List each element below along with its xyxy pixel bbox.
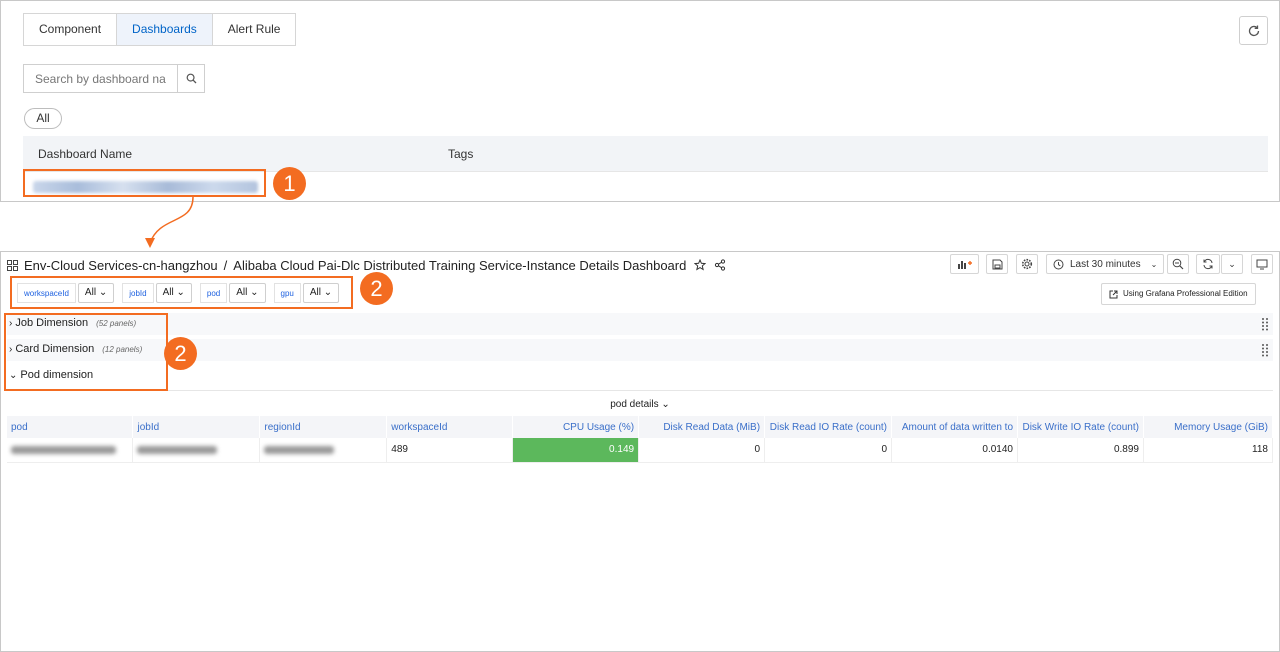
callout-badge-2-variables: 2 — [360, 272, 393, 305]
time-range-picker[interactable]: Last 30 minutes ⌄ — [1046, 254, 1164, 274]
external-link-icon — [1109, 290, 1118, 298]
zoom-out-button[interactable] — [1167, 254, 1189, 274]
row-card-dimension[interactable]: › Card Dimension (12 panels) — [7, 339, 1273, 361]
column-jobid[interactable]: jobId — [132, 416, 261, 438]
column-workspaceid[interactable]: workspaceId — [386, 416, 514, 438]
share-icon[interactable] — [714, 259, 726, 271]
dashboard-title[interactable]: Alibaba Cloud Pai-Dlc Distributed Traini… — [233, 258, 686, 273]
column-pod[interactable]: pod — [7, 416, 134, 438]
tab-dashboards[interactable]: Dashboards — [117, 13, 213, 46]
row-job-dimension[interactable]: › Job Dimension (52 panels) — [7, 313, 1273, 335]
chevron-down-icon: ⌄ — [1228, 258, 1236, 269]
apps-grid-icon[interactable] — [7, 259, 18, 271]
callout-box-1 — [23, 169, 266, 197]
cell-jobid-blurred — [132, 438, 261, 463]
star-icon[interactable] — [694, 259, 707, 271]
clock-icon — [1053, 259, 1064, 269]
cell-disk-read-data: 0 — [638, 438, 766, 463]
tab-component[interactable]: Component — [23, 13, 118, 46]
dashboard-settings-button[interactable] — [1016, 254, 1038, 274]
cell-pod-blurred — [7, 438, 134, 463]
row-pod-dimension[interactable]: ⌄ Pod dimension — [7, 365, 1273, 387]
tab-alert-rule[interactable]: Alert Rule — [212, 13, 297, 46]
panel-title-text: pod details — [610, 399, 659, 410]
table-row: 489 0.149 0 0 0.0140 0.899 118 — [7, 438, 1274, 463]
top-tabs: Component Dashboards Alert Rule — [23, 13, 297, 46]
table-header-row: pod jobId regionId workspaceId CPU Usage… — [7, 416, 1274, 438]
callout-badge-2-rows: 2 — [164, 337, 197, 370]
add-panel-button[interactable] — [950, 254, 979, 274]
column-disk-read-io[interactable]: Disk Read IO Rate (count) — [764, 416, 893, 438]
callout-box-2-variables — [10, 276, 353, 309]
column-memory-usage[interactable]: Memory Usage (GiB) — [1143, 416, 1274, 438]
callout-badge-1: 1 — [273, 167, 306, 200]
cell-disk-read-io: 0 — [764, 438, 893, 463]
grafana-pro-link[interactable]: Using Grafana Professional Edition — [1101, 283, 1256, 305]
grafana-pro-label: Using Grafana Professional Edition — [1123, 289, 1248, 298]
save-icon — [992, 259, 1002, 269]
cell-disk-write-io: 0.899 — [1017, 438, 1144, 463]
monitor-icon — [1256, 259, 1268, 269]
breadcrumb-folder[interactable]: Env-Cloud Services-cn-hangzhou — [24, 258, 218, 273]
search-button[interactable] — [177, 65, 204, 92]
search-icon — [186, 73, 196, 84]
chevron-down-icon: ⌄ — [1150, 259, 1158, 269]
column-regionid[interactable]: regionId — [259, 416, 388, 438]
column-data-written[interactable]: Amount of data written to — [891, 416, 1018, 438]
column-cpu-usage[interactable]: CPU Usage (%) — [512, 416, 640, 438]
breadcrumb-separator: / — [223, 257, 228, 273]
tag-filter-all[interactable]: All — [24, 108, 62, 129]
save-dashboard-button[interactable] — [986, 254, 1008, 274]
cell-memory-usage: 118 — [1143, 438, 1274, 463]
gear-icon — [1021, 258, 1033, 270]
dashboard-search — [23, 64, 205, 93]
refresh-interval-dropdown[interactable]: ⌄ — [1221, 254, 1243, 274]
cell-data-written: 0.0140 — [891, 438, 1018, 463]
drag-handle-icon[interactable] — [1261, 343, 1269, 357]
column-disk-write-io[interactable]: Disk Write IO Rate (count) — [1017, 416, 1144, 438]
pod-details-panel: pod details ⌄ pod jobId regionId workspa… — [7, 390, 1274, 648]
panel-title[interactable]: pod details ⌄ — [7, 399, 1273, 410]
refresh-button[interactable] — [1239, 16, 1268, 45]
pod-details-table: pod jobId regionId workspaceId CPU Usage… — [7, 416, 1274, 463]
column-tags: Tags — [448, 147, 474, 161]
drag-handle-icon[interactable] — [1261, 317, 1269, 331]
sync-icon — [1203, 258, 1213, 270]
grafana-dashboard: Env-Cloud Services-cn-hangzhou / Alibaba… — [0, 251, 1280, 652]
add-panel-icon — [957, 261, 972, 269]
refresh-dashboard-button[interactable] — [1196, 254, 1220, 274]
callout-box-2-rows — [4, 313, 168, 391]
column-dashboard-name: Dashboard Name — [38, 147, 133, 161]
column-disk-read-data[interactable]: Disk Read Data (MiB) — [638, 416, 766, 438]
zoom-out-icon — [1172, 258, 1184, 270]
cell-cpu-usage: 0.149 — [512, 438, 640, 463]
cell-regionid-blurred — [259, 438, 388, 463]
cell-workspaceid: 489 — [386, 438, 514, 463]
chevron-down-icon: ⌄ — [661, 399, 670, 410]
refresh-icon — [1248, 25, 1259, 36]
search-input[interactable] — [24, 65, 177, 92]
time-range-label: Last 30 minutes — [1070, 258, 1141, 270]
dashboard-table-header: Dashboard Name Tags — [23, 136, 1268, 171]
dashboard-breadcrumb: Env-Cloud Services-cn-hangzhou / Alibaba… — [7, 256, 726, 274]
tv-mode-button[interactable] — [1251, 254, 1273, 274]
